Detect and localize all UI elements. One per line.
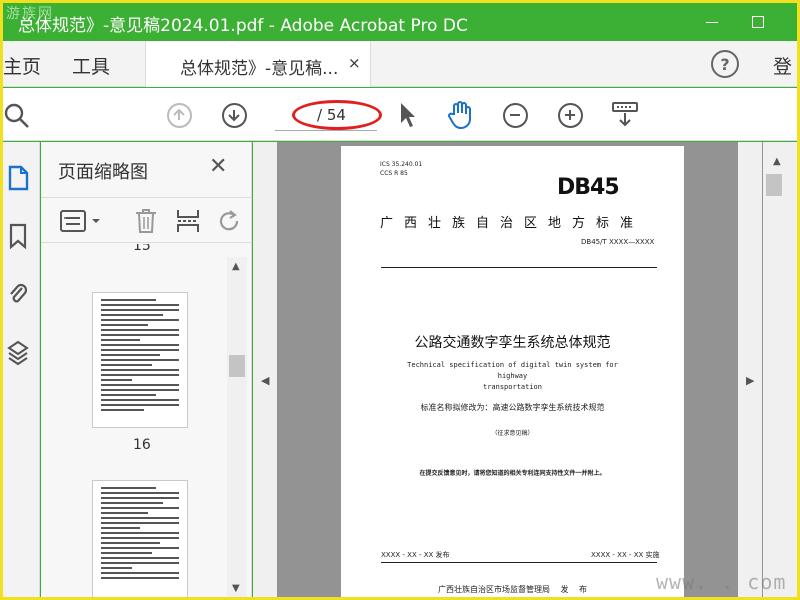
- collapse-right-pane-button[interactable]: ▶: [738, 142, 762, 597]
- chevron-right-icon: ▶: [746, 374, 755, 387]
- help-icon[interactable]: ?: [711, 50, 739, 78]
- implement-date: XXXX - XX - XX 实施: [591, 551, 660, 559]
- options-menu-icon: [60, 210, 100, 232]
- rotate-page-button[interactable]: [217, 208, 243, 234]
- english-title: Technical specification of digital twin …: [407, 361, 618, 391]
- scrollbar-thumb[interactable]: [766, 174, 782, 196]
- scroll-up-arrow-icon[interactable]: ▲: [232, 261, 240, 272]
- tab-home[interactable]: 主页: [3, 52, 41, 79]
- zoom-out-button[interactable]: [501, 101, 529, 129]
- insert-page-button[interactable]: [175, 208, 201, 234]
- scroll-up-arrow-icon[interactable]: ▲: [773, 156, 781, 167]
- thumbnails-panel: 页面缩略图 ✕ 15 16 ▲ ▼: [41, 142, 252, 597]
- search-icon[interactable]: [3, 101, 31, 129]
- patent-notice: 在提交反馈意见时，请将您知道的相关专利连同支持性文件一并附上。: [419, 470, 606, 477]
- window-title: 总体规范》-意见稿2024.01.pdf - Adobe Acrobat Pro…: [18, 16, 468, 36]
- scrollbar-thumb[interactable]: [229, 355, 245, 377]
- scroll-mode-button[interactable]: [611, 101, 639, 129]
- arrow-down-icon: [221, 102, 247, 128]
- document-title: 公路交通数字孪生系统总体规范: [414, 335, 611, 351]
- standard-number: DB45/T XXXX—XXXX: [581, 238, 655, 246]
- scroll-down-arrow-icon[interactable]: ▼: [232, 583, 240, 594]
- page-thumbnail[interactable]: [92, 480, 188, 597]
- issuer: 广西壮族自治区市场监督管理局 发 布: [437, 585, 588, 594]
- thumbnail-options-button[interactable]: [59, 208, 103, 234]
- panel-title: 页面缩略图: [58, 162, 148, 183]
- site-watermark: www. . com: [656, 570, 787, 594]
- tab-document[interactable]: 总体规范》-意见稿... ×: [145, 41, 371, 87]
- sign-in-button[interactable]: 登: [773, 52, 792, 79]
- annotation-ellipse: [292, 100, 382, 130]
- hand-tool-button[interactable]: [446, 101, 474, 130]
- thumbnail-page-label: 15: [133, 244, 151, 254]
- db-code: DB45: [557, 175, 620, 200]
- insert-pages-icon: [177, 210, 199, 232]
- chevron-left-icon: ◀: [261, 374, 270, 387]
- cursor-arrow-icon: [401, 103, 415, 127]
- bookmark-icon[interactable]: [6, 222, 32, 250]
- trash-icon: [136, 209, 156, 233]
- thumbnail-page-label: 16: [133, 437, 151, 453]
- panel-toolbar: [41, 197, 252, 243]
- rotate-icon: [219, 210, 239, 231]
- document-scrollbar[interactable]: ▲: [763, 142, 797, 597]
- thumbnail-list: 15 16: [41, 244, 227, 597]
- zoom-in-button[interactable]: [556, 101, 584, 129]
- close-panel-button[interactable]: ✕: [209, 154, 227, 179]
- plus-icon: [557, 102, 583, 128]
- pdf-page: ICS 35.240.01 CCS R 85 DB45 广西壮族自治区地方标准 D…: [341, 146, 684, 597]
- tab-bar: 主页 工具 总体规范》-意见稿... × ? 登: [3, 41, 797, 87]
- close-tab-button[interactable]: ×: [348, 54, 361, 72]
- rename-note: 标准名称拟修改为：高速公路数字孪生系统技术规范: [420, 403, 605, 412]
- collapse-left-pane-button[interactable]: ◀: [253, 142, 277, 597]
- delete-page-button[interactable]: [133, 208, 159, 234]
- divider: [381, 562, 657, 563]
- ics-code: ICS 35.240.01 CCS R 85: [380, 161, 423, 177]
- title-bar: 游族网 总体规范》-意见稿2024.01.pdf - Adobe Acrobat…: [3, 3, 797, 41]
- divider: [381, 267, 657, 268]
- previous-page-button[interactable]: [165, 101, 193, 129]
- maximize-icon: [752, 16, 764, 28]
- minimize-button[interactable]: [689, 3, 735, 41]
- publish-date: XXXX - XX - XX 发布: [381, 551, 450, 559]
- tab-document-label: 总体规范》-意见稿...: [180, 59, 339, 79]
- maximize-button[interactable]: [735, 3, 781, 41]
- next-page-button[interactable]: [220, 101, 248, 129]
- minimize-icon: [706, 21, 718, 23]
- region-standard-heading: 广西壮族自治区地方标准: [380, 216, 645, 231]
- draft-status: （征求意见稿）: [491, 430, 534, 437]
- page-thumbnails-icon[interactable]: [6, 164, 32, 192]
- thumbnail-scrollbar[interactable]: ▲ ▼: [227, 257, 247, 597]
- arrow-up-icon: [166, 102, 192, 128]
- tab-tools[interactable]: 工具: [72, 52, 110, 79]
- attachment-icon[interactable]: [6, 280, 32, 308]
- document-view: ◀ ICS 35.240.01 CCS R 85 DB45 广西壮族自治区地方标准…: [253, 142, 797, 597]
- minus-icon: [502, 102, 528, 128]
- hand-icon: [448, 101, 471, 130]
- select-tool-button[interactable]: [393, 101, 421, 129]
- scroll-download-icon: [612, 102, 638, 127]
- left-navigation-rail: [3, 142, 40, 597]
- layers-icon[interactable]: [6, 338, 32, 366]
- main-toolbar: / 54: [3, 88, 797, 141]
- page-thumbnail[interactable]: [92, 292, 188, 428]
